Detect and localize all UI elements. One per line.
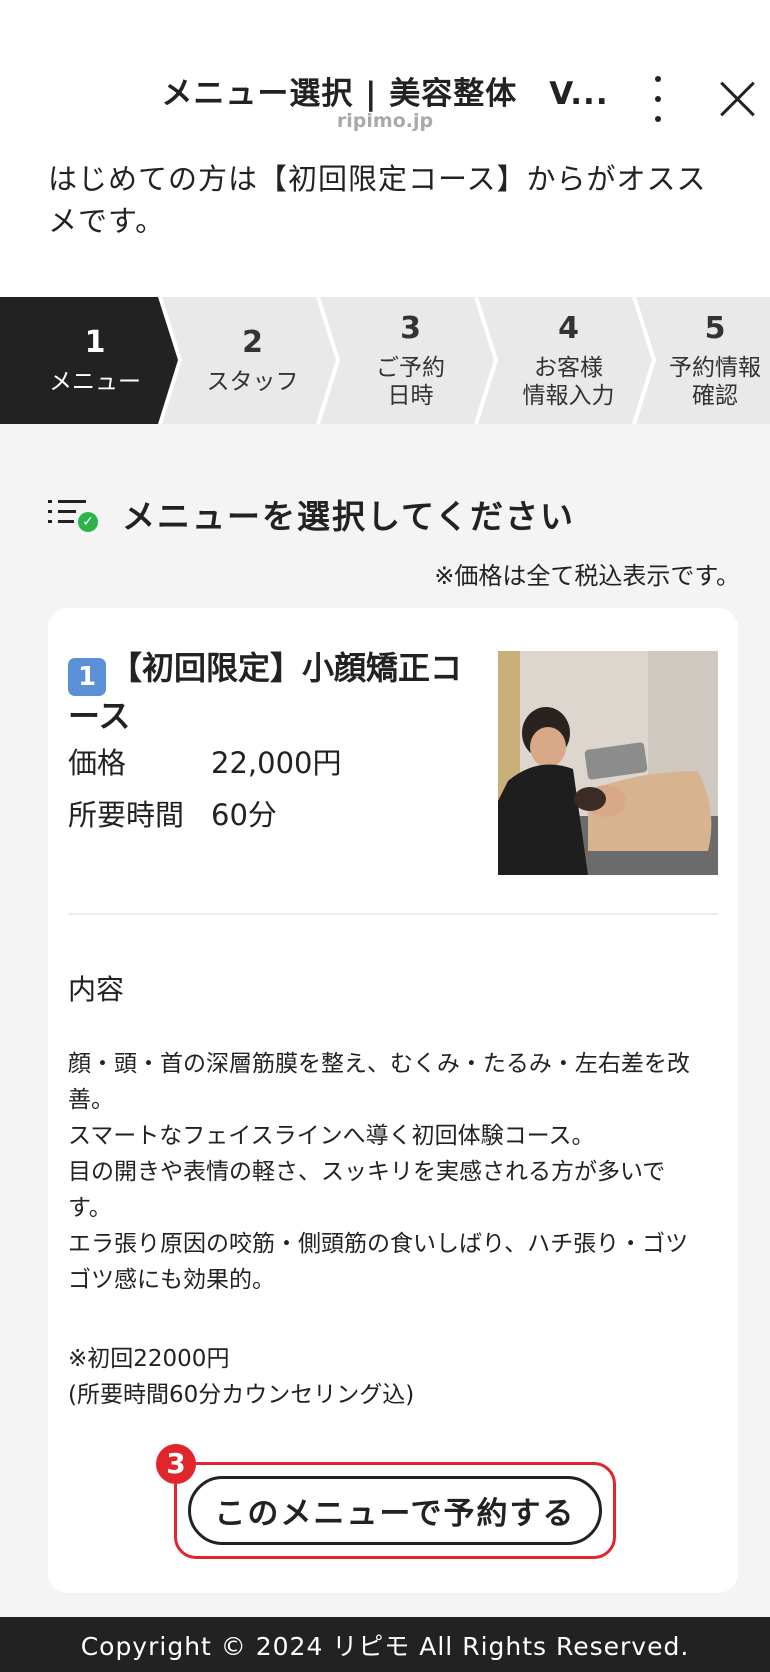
price-note: ※価格は全て税込表示です。 (434, 562, 740, 590)
list-check-icon: ✓ (48, 496, 100, 532)
price-value: 22,000円 (211, 746, 342, 780)
page-domain: ripimo.jp (336, 110, 434, 132)
step-label: お客様 情報入力 (522, 355, 615, 409)
duration-value: 60分 (211, 798, 277, 832)
step-label: メニュー (49, 369, 141, 395)
menu-card: 1 【初回限定】小顔矯正コース 価格 22,000円 所要時間 60分 内容 顔・頭・… (48, 608, 738, 1593)
number-badge: 1 (68, 658, 106, 696)
price-label: 価格 (68, 746, 127, 780)
step-label: スタッフ (206, 369, 299, 395)
cta-highlight: このメニューで予約する (174, 1462, 616, 1559)
step-3: 3 ご予約 日時 (328, 297, 493, 424)
browser-header: メニュー選択 | 美容整体 V... ripimo.jp (0, 0, 770, 150)
course-title-text: 【初回限定】小顔矯正コース (68, 649, 463, 735)
divider (68, 913, 718, 915)
step-number: 5 (704, 311, 726, 346)
page-title: メニュー選択 | 美容整体 V... (161, 76, 609, 112)
course-note: ※初回22000円 (所要時間60分カウンセリング込) (68, 1341, 414, 1413)
duration-row: 所要時間 60分 (68, 792, 277, 834)
course-title: 1 【初回限定】小顔矯正コース (68, 648, 468, 736)
more-options-icon[interactable] (640, 76, 676, 122)
course-photo (498, 651, 718, 875)
step-number: 2 (242, 325, 263, 360)
step-1: 1 メニュー (0, 297, 190, 424)
step-2: 2 スタッフ (170, 297, 335, 424)
note-line-1: ※初回22000円 (68, 1346, 230, 1372)
step-number: 1 (84, 325, 106, 360)
step-label: ご予約 日時 (376, 355, 445, 409)
step-5: 5 予約情報 確認 (648, 297, 770, 424)
step-label: 予約情報 確認 (669, 355, 761, 409)
reserve-button[interactable]: このメニューで予約する (188, 1476, 602, 1545)
footer-copyright: Copyright © 2024 リピモ All Rights Reserved… (0, 1617, 770, 1672)
price-row: 価格 22,000円 (68, 740, 341, 782)
step-number: 4 (558, 311, 579, 346)
step-4: 4 お客様 情報入力 (486, 297, 651, 424)
progress-steps: 1 メニュー 2 スタッフ 3 ご予約 日時 4 お客様 情報入力 5 予約情報… (0, 297, 770, 424)
step-number: 3 (400, 311, 421, 346)
note-line-2: (所要時間60分カウンセリング込) (68, 1382, 415, 1408)
section-title: メニューを選択してください (122, 497, 576, 536)
close-icon[interactable] (718, 80, 756, 118)
section-heading: ✓ メニューを選択してください (48, 490, 575, 538)
intro-text: はじめての方は【初回限定コース】からがオススメです。 (0, 150, 770, 297)
duration-label: 所要時間 (68, 798, 185, 832)
course-description: 顔・頭・首の深層筋膜を整え、むくみ・たるみ・左右差を改善。 スマートなフェイスラ… (68, 1051, 690, 1293)
content-heading: 内容 (68, 973, 125, 1006)
annotation-marker: 3 (156, 1444, 196, 1484)
